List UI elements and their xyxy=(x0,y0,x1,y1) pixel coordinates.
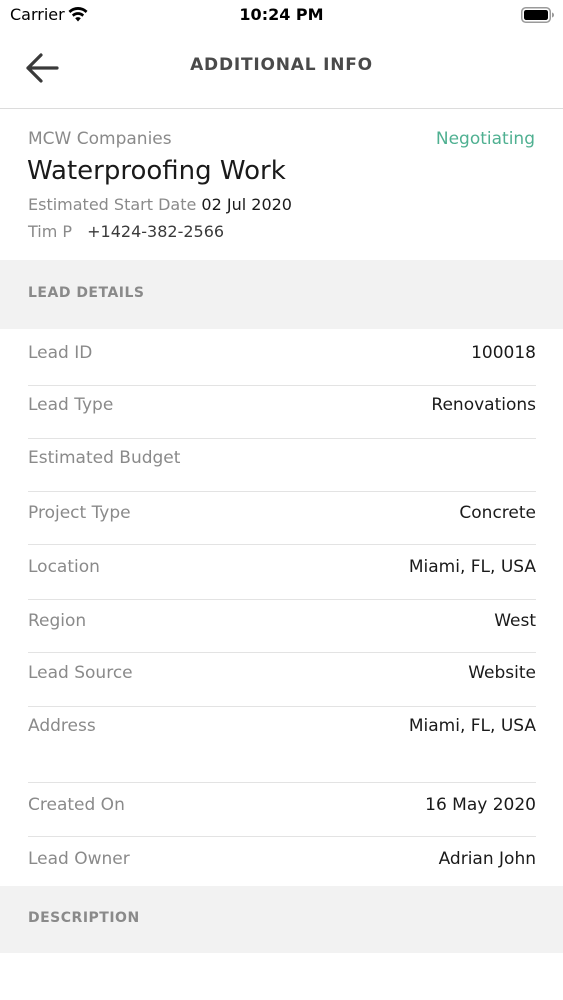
detail-row-lead-type: Lead Type Renovations xyxy=(28,395,536,417)
row-value: Miami, FL, USA xyxy=(408,716,536,736)
row-divider xyxy=(28,438,536,439)
detail-row-region: Region West xyxy=(28,611,536,633)
status-time: 10:24 PM xyxy=(239,5,324,24)
row-label: Lead Type xyxy=(28,395,114,415)
detail-row-lead-id: Lead ID 100018 xyxy=(28,343,536,365)
row-divider xyxy=(28,782,536,783)
contact-name: Tim P xyxy=(28,222,73,241)
row-label: Region xyxy=(28,611,87,631)
row-value: Concrete xyxy=(459,503,536,523)
section-title: DESCRIPTION xyxy=(28,910,140,926)
row-label: Lead Owner xyxy=(28,849,130,869)
section-title: LEAD DETAILS xyxy=(28,285,145,301)
battery-icon xyxy=(521,7,555,23)
row-divider xyxy=(28,544,536,545)
detail-row-created-on: Created On 16 May 2020 xyxy=(28,795,536,817)
status-bar: Carrier 10:24 PM xyxy=(0,0,563,30)
section-header-description: DESCRIPTION xyxy=(0,886,563,953)
row-divider xyxy=(28,385,536,386)
row-divider xyxy=(28,491,536,492)
row-value: Website xyxy=(468,663,536,683)
detail-row-project-type: Project Type Concrete xyxy=(28,503,536,525)
row-divider xyxy=(28,706,536,707)
row-value: 16 May 2020 xyxy=(425,795,536,815)
start-date-line: Estimated Start Date 02 Jul 2020 xyxy=(28,195,292,214)
detail-row-lead-owner: Lead Owner Adrian John xyxy=(28,849,536,871)
nav-bar: ADDITIONAL INFO xyxy=(0,30,563,109)
detail-row-lead-source: Lead Source Website xyxy=(28,663,536,685)
row-label: Address xyxy=(28,716,96,736)
row-divider xyxy=(28,652,536,653)
row-label: Location xyxy=(28,557,100,577)
detail-row-location: Location Miami, FL, USA xyxy=(28,557,536,579)
section-header-lead-details: LEAD DETAILS xyxy=(0,260,563,329)
row-value: West xyxy=(494,611,536,631)
row-label: Estimated Budget xyxy=(28,448,181,468)
row-value: Miami, FL, USA xyxy=(408,557,536,577)
row-divider xyxy=(28,836,536,837)
start-date-value: 02 Jul 2020 xyxy=(201,195,292,214)
row-value: Adrian John xyxy=(438,849,536,869)
company-name: MCW Companies xyxy=(28,129,172,149)
row-label: Lead ID xyxy=(28,343,93,363)
project-title: Waterproofing Work xyxy=(27,156,286,186)
status-badge: Negotiating xyxy=(435,129,535,149)
row-value: Renovations xyxy=(431,395,536,415)
row-label: Created On xyxy=(28,795,125,815)
row-value: 100018 xyxy=(471,343,536,363)
row-label: Project Type xyxy=(28,503,131,523)
row-divider xyxy=(28,599,536,600)
contact-phone[interactable]: +1424-382-2566 xyxy=(87,222,224,241)
row-label: Lead Source xyxy=(28,663,133,683)
contact-line: Tim P +1424-382-2566 xyxy=(28,222,224,241)
detail-row-estimated-budget: Estimated Budget xyxy=(28,448,536,470)
lead-summary: MCW Companies Negotiating Waterproofing … xyxy=(0,110,563,260)
page-title: ADDITIONAL INFO xyxy=(190,55,373,75)
start-date-label: Estimated Start Date xyxy=(28,195,197,214)
detail-row-address: Address Miami, FL, USA xyxy=(28,716,536,738)
